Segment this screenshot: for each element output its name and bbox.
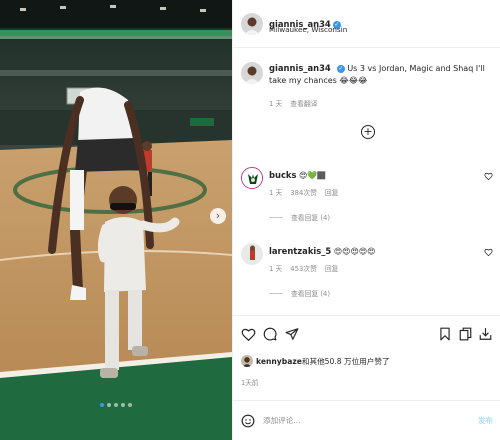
view-replies-label: 查看回复 (4)	[291, 214, 330, 222]
post-photo[interactable]: ›	[0, 0, 232, 440]
comment-age: 1 天	[269, 265, 283, 273]
comment-like-heart-icon[interactable]	[484, 172, 493, 182]
likes-summary: kennybaze和其他50.8 万位用户赞了	[241, 355, 390, 367]
carousel-dot	[121, 403, 125, 407]
commenter-avatar[interactable]	[241, 167, 263, 189]
comment-text: 😍😍😍😍😍	[333, 247, 376, 256]
view-replies-link[interactable]: 查看回复 (4)	[269, 212, 330, 222]
view-replies-label: 查看回复 (4)	[291, 290, 330, 298]
carousel-dot	[107, 403, 111, 407]
load-more-comments-button[interactable]: +	[361, 125, 375, 139]
author-avatar[interactable]	[241, 13, 263, 35]
caption-username[interactable]: giannis_an34	[269, 63, 331, 73]
carousel-dot	[100, 403, 104, 407]
comment-meta: 1 天 384次赞 回复	[269, 187, 346, 197]
comment-input[interactable]	[263, 413, 463, 427]
next-slide-button[interactable]: ›	[210, 208, 226, 224]
reply-button[interactable]: 回复	[325, 265, 339, 273]
carousel-dot	[114, 403, 118, 407]
comment-like-heart-icon[interactable]	[484, 248, 493, 258]
comment-text: 😍💚🏾	[299, 171, 326, 180]
action-bar	[233, 315, 500, 351]
caption-avatar[interactable]	[241, 62, 263, 84]
replies-divider	[269, 217, 283, 218]
commenter-avatar[interactable]	[241, 243, 263, 265]
copy-icon[interactable]	[459, 326, 472, 345]
view-replies-link[interactable]: 查看回复 (4)	[269, 288, 330, 298]
post-header: giannis_an34 ✓ Milwaukee, Wisconsin	[233, 0, 500, 48]
likes-count-text[interactable]: 和其他50.8 万位用户赞了	[302, 357, 390, 366]
photo-illustration	[0, 0, 232, 440]
commenter-username[interactable]: larentzakis_5	[269, 246, 331, 256]
liker-username[interactable]: kennybaze	[256, 357, 302, 366]
bookmark-icon[interactable]	[439, 326, 451, 345]
share-icon[interactable]	[285, 326, 299, 345]
replies-divider	[269, 293, 283, 294]
post-comment-button[interactable]: 发布	[478, 415, 493, 426]
emoji-icon[interactable]	[241, 413, 255, 432]
comment-likes[interactable]: 384次赞	[290, 189, 317, 197]
comment-likes[interactable]: 453次赞	[290, 265, 317, 273]
carousel-indicator	[0, 403, 232, 407]
caption-meta: 1 天查看翻译	[269, 98, 325, 108]
comment-bar: 发布	[233, 400, 500, 440]
translate-link[interactable]: 查看翻译	[290, 100, 317, 108]
post-timestamp: 1天前	[241, 379, 259, 387]
comment-age: 1 天	[269, 189, 283, 197]
post-location[interactable]: Milwaukee, Wisconsin	[269, 25, 347, 34]
post-sidebar: giannis_an34 ✓ Milwaukee, Wisconsin giann…	[232, 0, 500, 440]
commenter-username[interactable]: bucks	[269, 170, 296, 180]
comment-icon[interactable]	[263, 326, 277, 345]
download-icon[interactable]	[479, 326, 492, 345]
verified-icon: ✓	[336, 65, 345, 73]
carousel-dot	[128, 403, 132, 407]
caption-age: 1 天	[269, 100, 283, 108]
heart-icon[interactable]	[241, 326, 256, 345]
reply-button[interactable]: 回复	[325, 189, 339, 197]
liker-avatar[interactable]	[241, 355, 253, 367]
comment-meta: 1 天 453次赞 回复	[269, 263, 346, 273]
